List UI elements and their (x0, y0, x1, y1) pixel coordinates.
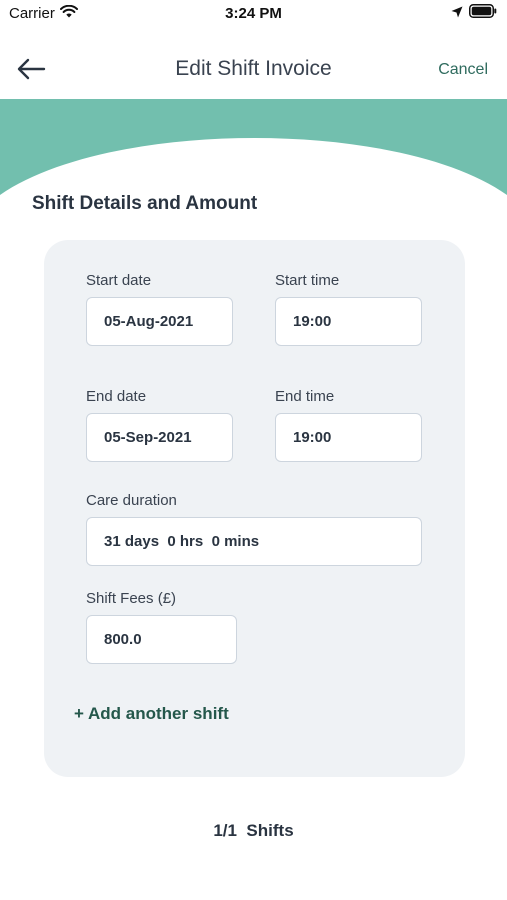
start-time-field[interactable]: 19:00 (275, 297, 422, 346)
shift-card: Start date 05-Aug-2021 Start time 19:00 … (44, 240, 465, 777)
start-date-label: Start date (86, 272, 152, 289)
care-duration-field[interactable]: 31 days 0 hrs 0 mins (86, 517, 422, 566)
add-another-shift-button[interactable]: + Add another shift (74, 704, 229, 724)
status-right (451, 4, 497, 23)
battery-icon (469, 4, 497, 23)
cancel-button[interactable]: Cancel (438, 61, 488, 79)
section-title: Shift Details and Amount (32, 193, 258, 214)
nav-bar: Edit Shift Invoice Cancel (0, 40, 507, 100)
end-time-field[interactable]: 19:00 (275, 413, 422, 462)
end-date-label: End date (86, 388, 147, 405)
start-date-field[interactable]: 05-Aug-2021 (86, 297, 233, 346)
shift-pager: 1/1 Shifts (213, 821, 294, 840)
shift-fees-label: Shift Fees (£) (86, 590, 177, 607)
care-duration-label: Care duration (86, 492, 177, 509)
status-bar: Carrier 3:24 PM (0, 0, 507, 30)
shift-fees-field[interactable]: 800.0 (86, 615, 237, 664)
location-arrow-icon (451, 5, 463, 23)
end-date-field[interactable]: 05-Sep-2021 (86, 413, 233, 462)
end-time-label: End time (275, 388, 335, 405)
start-time-label: Start time (275, 272, 340, 289)
header-wave (0, 99, 507, 195)
status-time: 3:24 PM (225, 5, 282, 22)
page-title: Edit Shift Invoice (175, 57, 332, 80)
